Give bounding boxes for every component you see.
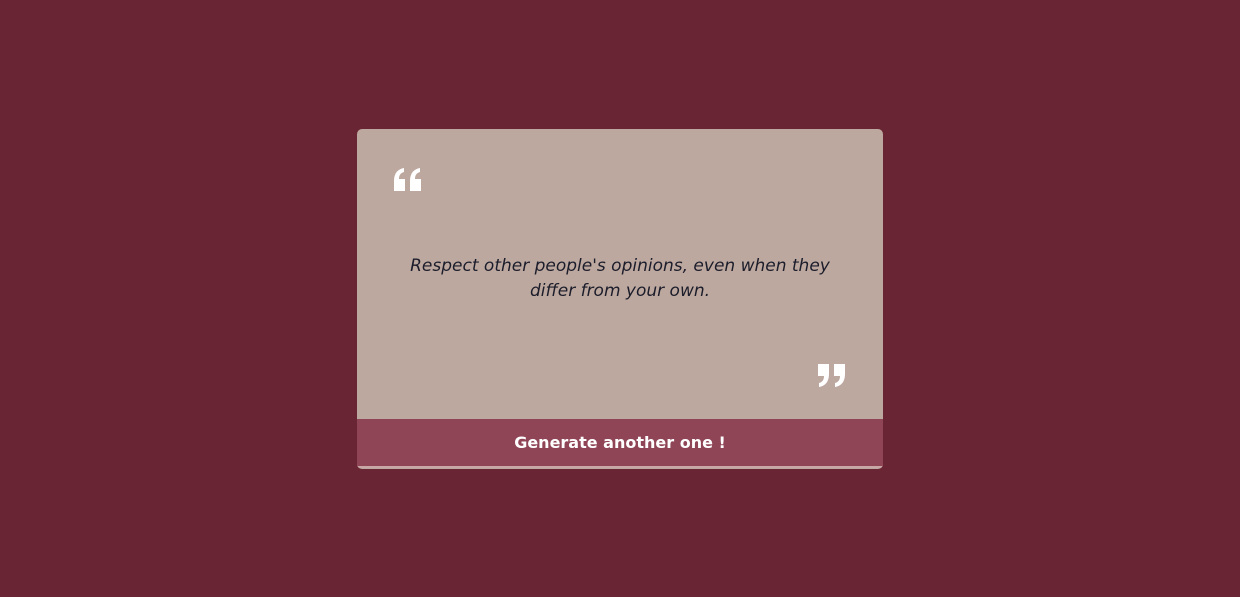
- page-background: Respect other people's opinions, even wh…: [0, 0, 1240, 597]
- quote-text: Respect other people's opinions, even wh…: [410, 256, 830, 301]
- generate-quote-button[interactable]: Generate another one !: [357, 419, 883, 468]
- quote-close-icon: [815, 362, 847, 388]
- quote-open-icon: [392, 167, 424, 193]
- quote-card: Respect other people's opinions, even wh…: [357, 129, 883, 469]
